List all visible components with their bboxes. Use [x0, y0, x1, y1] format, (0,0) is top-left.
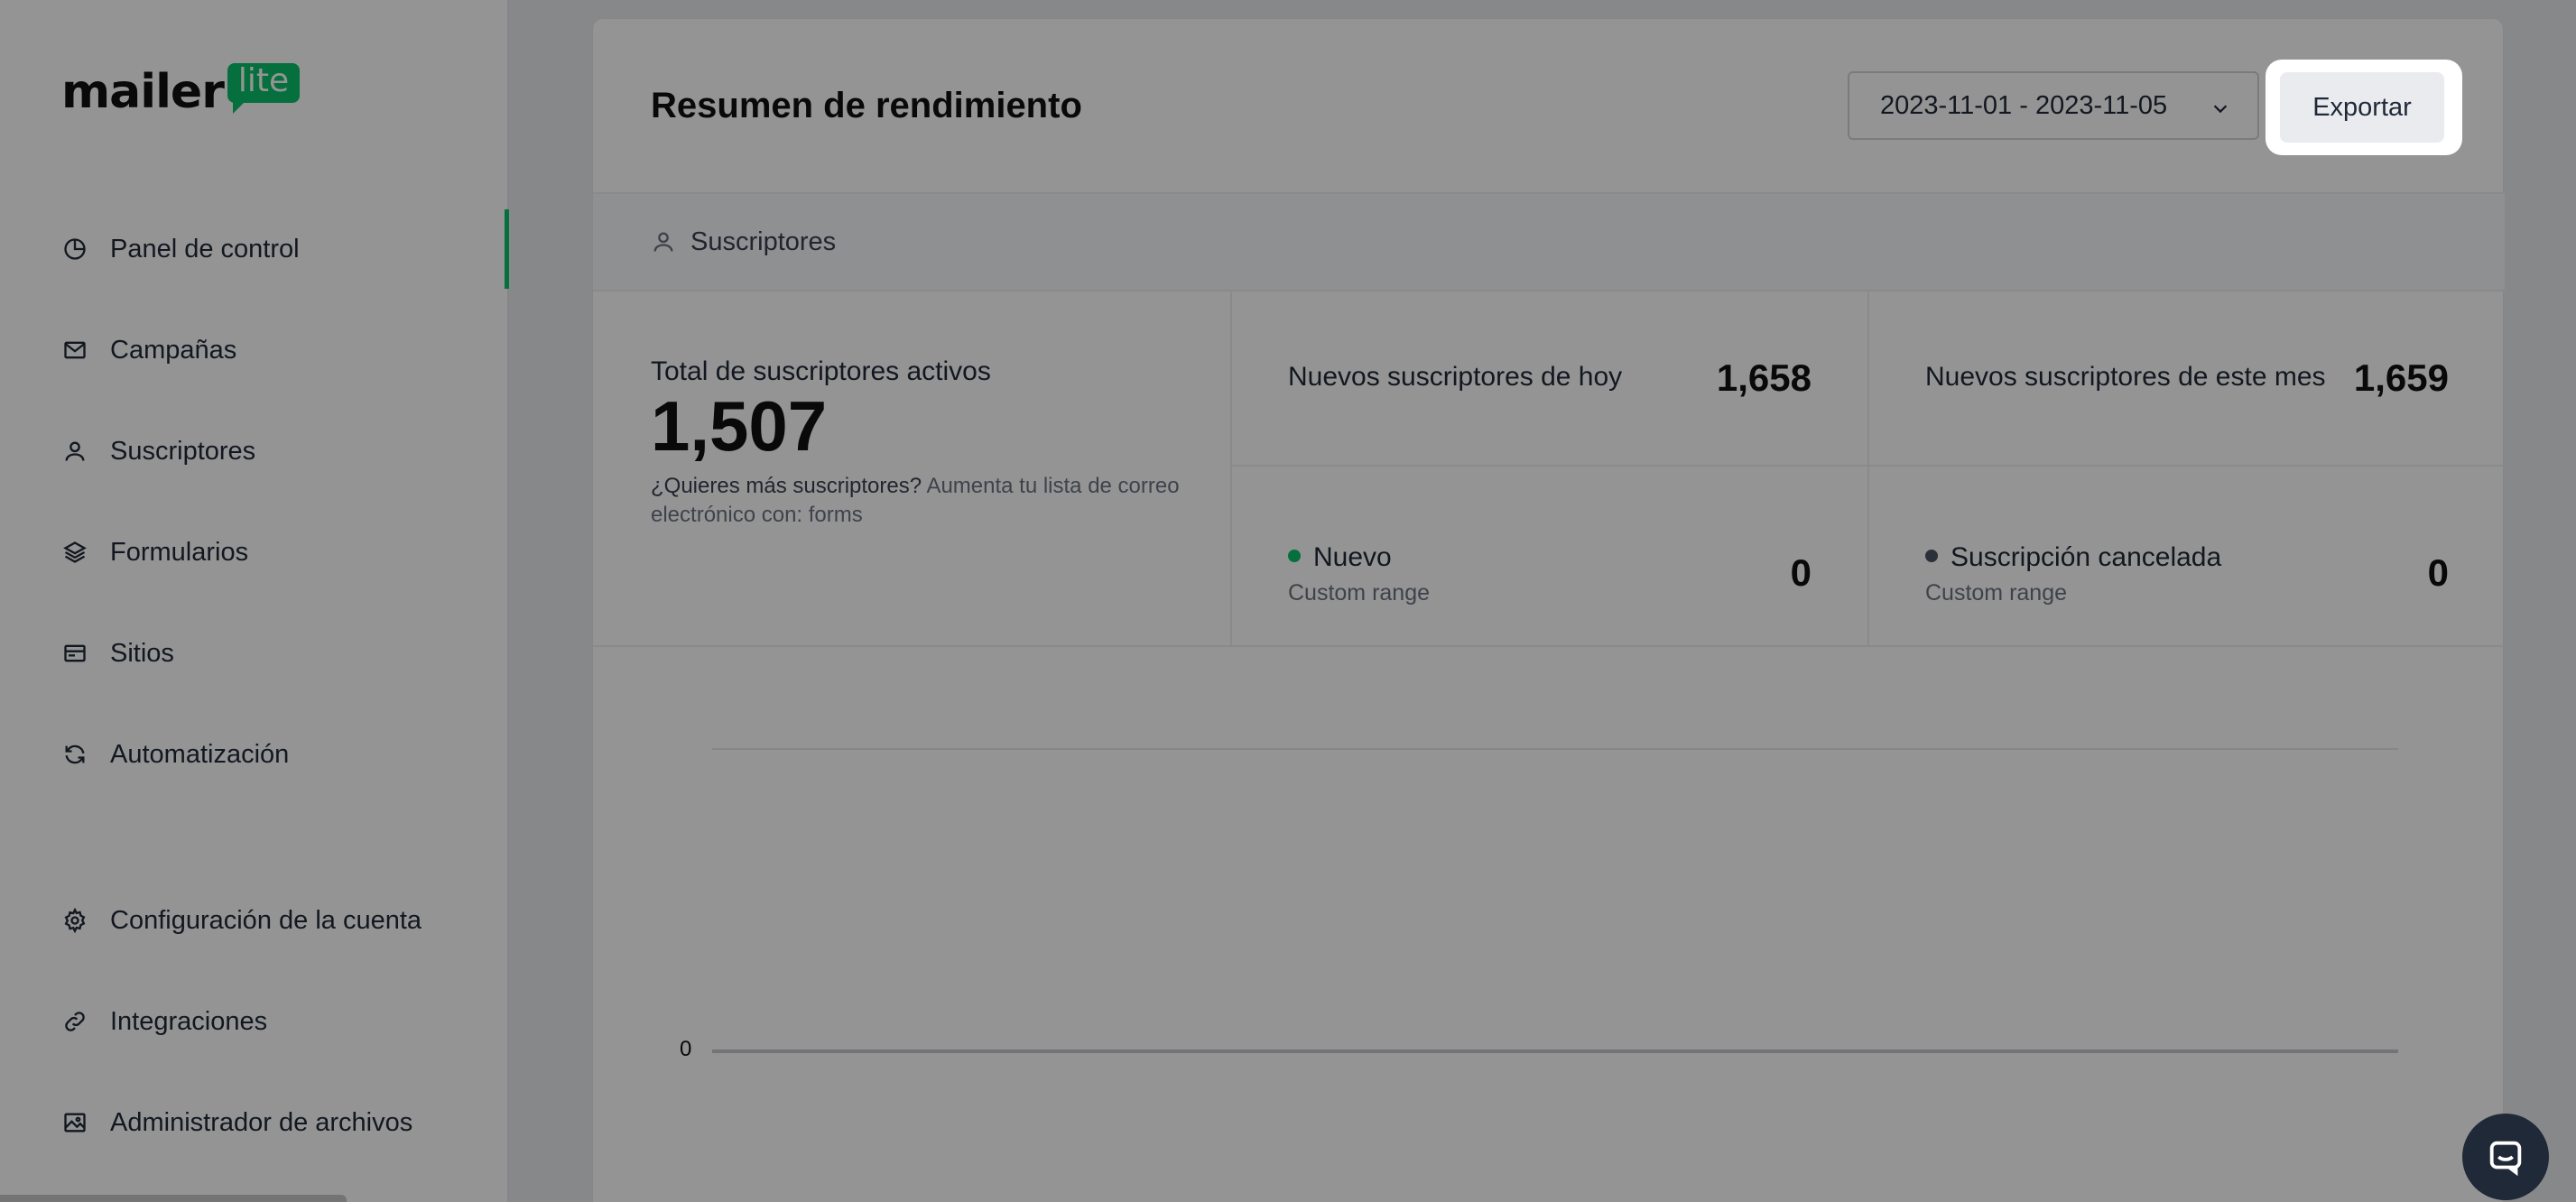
stats-grid: Total de suscriptores activos 1,507 ¿Qui…	[593, 291, 2505, 647]
sidebar-scrollbar[interactable]	[0, 1195, 347, 1202]
divider	[1230, 291, 1232, 647]
chart-baseline	[712, 1049, 2398, 1053]
user-icon	[653, 232, 673, 252]
gear-icon	[61, 907, 88, 934]
stat-sub: Custom range	[1288, 580, 1431, 606]
new-stat: Nuevo Custom range 0	[1288, 542, 1812, 606]
chart-y-tick: 0	[680, 1037, 692, 1061]
sidebar-item-automatizacion[interactable]: Automatización	[0, 715, 509, 794]
stat-label: Nuevo	[1313, 542, 1392, 572]
sidebar-item-label: Configuración de la cuenta	[110, 905, 422, 935]
performance-summary-card: Resumen de rendimiento 2023-11-01 - 2023…	[592, 18, 2505, 1202]
stat-sub: Custom range	[1925, 580, 2068, 606]
new-subscribers-month: Nuevos suscriptores de este mes 1,659	[1925, 356, 2449, 399]
spotlight-export: Exportar	[2266, 60, 2462, 155]
sidebar-item-label: Suscriptores	[110, 436, 256, 466]
sidebar-item-integraciones[interactable]: Integraciones	[0, 982, 509, 1061]
divider	[1230, 465, 2505, 467]
sidebar-item-configuracion[interactable]: Configuración de la cuenta	[0, 881, 509, 960]
sidebar-item-formularios[interactable]: Formularios	[0, 513, 509, 592]
date-range-value: 2023-11-01 - 2023-11-05	[1880, 90, 2168, 120]
sidebar-item-suscriptores[interactable]: Suscriptores	[0, 411, 509, 491]
subscribers-section-header: Suscriptores	[593, 194, 2505, 291]
stat-hint: ¿Quieres más suscriptores? Aumenta tu li…	[651, 472, 1192, 531]
sidebar-item-label: Automatización	[110, 739, 290, 769]
stat-value: 0	[1790, 551, 1812, 594]
stat-value: 1,659	[2353, 356, 2449, 399]
sidebar-item-administrador-archivos[interactable]: Administrador de archivos	[0, 1083, 509, 1162]
divider	[1867, 291, 1869, 647]
sidebar-item-label: Campañas	[110, 335, 237, 365]
card-header: Resumen de rendimiento 2023-11-01 - 2023…	[593, 19, 2505, 194]
sidebar-item-panel-de-control[interactable]: Panel de control	[0, 209, 509, 289]
refresh-icon	[61, 741, 88, 768]
link-icon	[61, 1008, 88, 1035]
hint-bold: ¿Quieres más suscriptores?	[651, 474, 922, 498]
stat-label: Total de suscriptores activos	[651, 356, 991, 386]
sidebar: mailer lite Panel de control Campañas Su…	[0, 0, 509, 1202]
export-button[interactable]: Exportar	[2280, 72, 2444, 143]
logo-text: mailer	[61, 65, 225, 119]
sidebar-item-label: Formularios	[110, 537, 249, 567]
sidebar-item-sitios[interactable]: Sitios	[0, 614, 509, 693]
mailerlite-logo[interactable]: mailer lite	[61, 63, 301, 119]
unsubscribed-stat: Suscripción cancelada Custom range 0	[1925, 542, 2449, 606]
stat-label: Nuevos suscriptores de este mes	[1925, 362, 2326, 392]
image-icon	[61, 1109, 88, 1136]
chat-icon	[2489, 1141, 2522, 1177]
chart-gridline	[712, 748, 2398, 750]
sidebar-item-label: Panel de control	[110, 234, 300, 264]
chevron-down-icon	[2213, 105, 2228, 114]
chat-launcher-button[interactable]	[2462, 1114, 2549, 1200]
page-title: Resumen de rendimiento	[651, 86, 1082, 125]
chart-pie-icon	[61, 236, 88, 263]
user-icon	[61, 438, 88, 465]
date-range-picker[interactable]: 2023-11-01 - 2023-11-05	[1848, 71, 2259, 140]
stat-label: Suscripción cancelada	[1951, 542, 2222, 572]
sidebar-item-label: Integraciones	[110, 1006, 268, 1036]
stat-value: 1,507	[651, 386, 828, 466]
status-dot-green	[1288, 550, 1301, 563]
stat-value: 1,658	[1716, 356, 1812, 399]
status-dot-gray	[1925, 550, 1938, 563]
layers-icon	[61, 539, 88, 566]
logo-badge: lite	[227, 63, 301, 114]
sidebar-item-label: Administrador de archivos	[110, 1107, 413, 1137]
sidebar-item-label: Sitios	[110, 638, 174, 668]
browser-window-icon	[61, 640, 88, 667]
stat-value: 0	[2427, 551, 2449, 594]
section-label: Suscriptores	[690, 227, 837, 256]
subscribers-chart: 0	[593, 647, 2505, 1202]
stat-label: Nuevos suscriptores de hoy	[1288, 362, 1623, 392]
total-active-subscribers: Total de suscriptores activos 1,507 ¿Qui…	[651, 356, 1192, 531]
sidebar-item-campanas[interactable]: Campañas	[0, 310, 509, 390]
new-subscribers-today: Nuevos suscriptores de hoy 1,658	[1288, 356, 1812, 399]
mail-icon	[61, 337, 88, 364]
